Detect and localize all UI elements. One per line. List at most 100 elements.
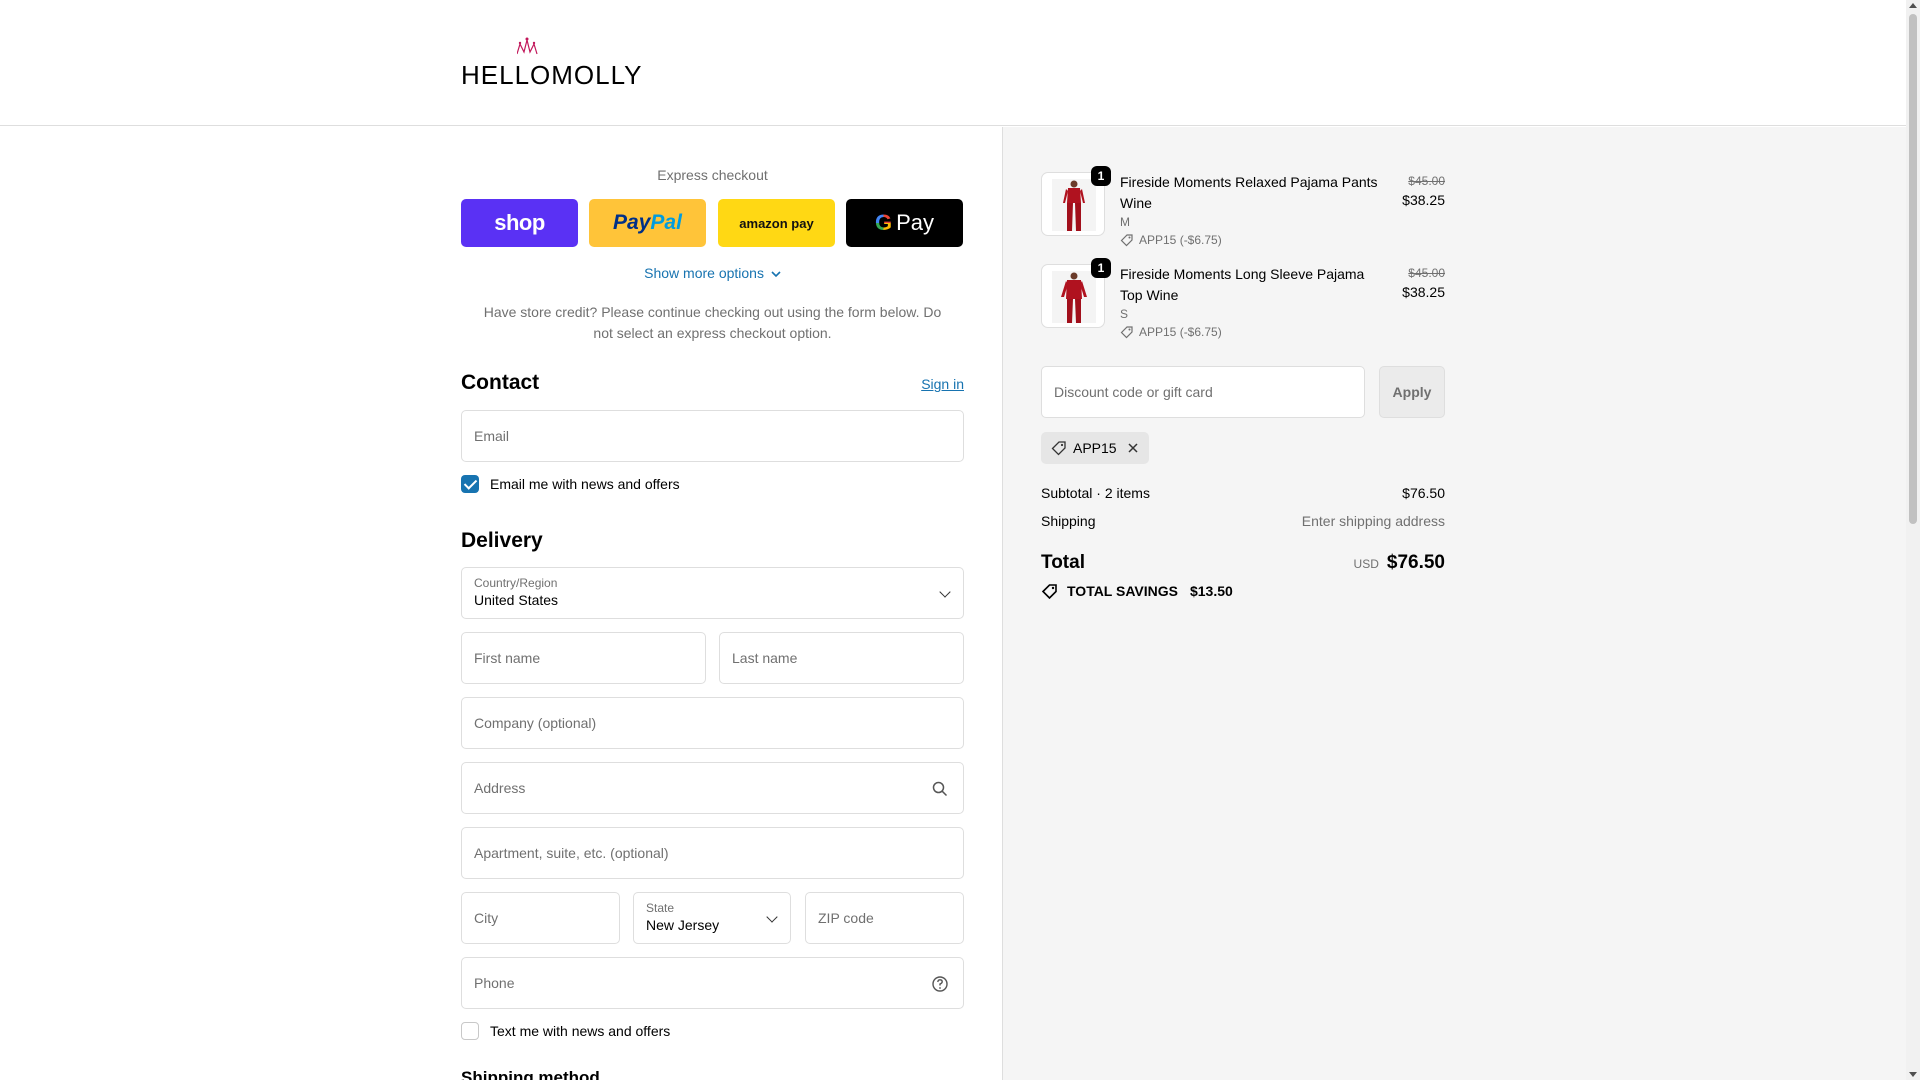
delivery-title: Delivery: [461, 529, 543, 552]
apartment-field[interactable]: [461, 827, 964, 879]
amazon-pay-label: amazon pay: [739, 215, 814, 231]
page-scrollbar[interactable]: [1906, 0, 1920, 1080]
email-news-label: Email me with news and offers: [490, 476, 680, 492]
tag-icon: [1120, 326, 1133, 339]
tag-icon: [1051, 441, 1066, 456]
text-news-checkbox[interactable]: [461, 1022, 479, 1040]
quantity-badge: 1: [1091, 258, 1111, 278]
scroll-down-arrow-icon[interactable]: [1909, 1072, 1917, 1077]
google-g-icon: G: [874, 210, 893, 235]
search-icon[interactable]: [931, 780, 949, 798]
product-price: $38.25: [1402, 192, 1445, 208]
email-field[interactable]: [461, 410, 964, 462]
product-item: 1 Fireside Moments Relaxed Pajama Pants …: [1041, 166, 1445, 252]
apply-discount-button[interactable]: Apply: [1379, 366, 1445, 418]
sign-in-link[interactable]: Sign in: [921, 376, 964, 392]
apartment-input[interactable]: [462, 828, 963, 878]
subtotal-row: Subtotal · 2 items $76.50: [1041, 485, 1445, 501]
quantity-badge: 1: [1091, 166, 1111, 186]
shop-pay-label: shop: [494, 210, 545, 235]
shipping-row: Shipping Enter shipping address: [1041, 513, 1445, 529]
applied-discount-tag: APP15: [1041, 432, 1149, 464]
close-icon[interactable]: [1127, 442, 1139, 454]
contact-title: Contact: [461, 371, 540, 394]
help-icon[interactable]: [931, 975, 949, 993]
total-amount: USD $76.50: [1354, 552, 1445, 574]
logo-text: HELLOMOLLY: [461, 60, 643, 90]
address-input[interactable]: [462, 763, 963, 813]
product-item: 1 Fireside Moments Long Sleeve Pajama To…: [1041, 258, 1445, 344]
discount-code-input[interactable]: [1042, 367, 1364, 417]
savings-value: $13.50: [1189, 583, 1233, 599]
first-name-input[interactable]: [462, 633, 705, 683]
product-variant: M: [1120, 215, 1130, 229]
chevron-down-icon: [766, 911, 778, 923]
text-news-checkbox-row[interactable]: Text me with news and offers: [461, 1022, 670, 1040]
text-news-label: Text me with news and offers: [490, 1023, 671, 1039]
first-name-field[interactable]: [461, 632, 706, 684]
shipping-value: Enter shipping address: [1301, 513, 1445, 529]
product-discount-label: APP15 (-$6.75): [1139, 233, 1222, 247]
crown-icon: [517, 37, 538, 55]
product-discount: APP15 (-$6.75): [1120, 325, 1222, 339]
state-select[interactable]: State New Jersey: [633, 892, 791, 944]
tag-icon: [1120, 234, 1133, 247]
product-discount: APP15 (-$6.75): [1120, 233, 1222, 247]
company-field[interactable]: [461, 697, 964, 749]
company-input[interactable]: [462, 698, 963, 748]
total-value: $76.50: [1386, 552, 1445, 573]
shipping-method-title: Shipping method: [461, 1068, 600, 1080]
site-header: HELLOMOLLY: [0, 0, 1906, 126]
hellomolly-logo[interactable]: HELLOMOLLY: [461, 37, 641, 90]
phone-input[interactable]: [462, 958, 963, 1008]
total-currency: USD: [1353, 557, 1379, 571]
savings-label: TOTAL SAVINGS: [1067, 583, 1178, 599]
last-name-input[interactable]: [720, 633, 963, 683]
product-discount-label: APP15 (-$6.75): [1139, 325, 1222, 339]
paypal-label-part1: Pay: [613, 211, 651, 234]
product-price: $38.25: [1402, 284, 1445, 300]
paypal-label-part2: Pal: [650, 211, 682, 234]
country-label: Country/Region: [474, 576, 558, 590]
phone-field[interactable]: [461, 957, 964, 1009]
total-label: Total: [1041, 552, 1085, 573]
google-pay-button[interactable]: G Pay: [846, 199, 963, 247]
email-input[interactable]: [462, 411, 963, 461]
country-select[interactable]: Country/Region United States: [461, 567, 964, 619]
product-old-price: $45.00: [1408, 174, 1445, 188]
product-variant: S: [1120, 307, 1129, 321]
city-input[interactable]: [462, 893, 619, 943]
subtotal-label: Subtotal · 2 items: [1041, 485, 1150, 501]
state-value: New Jersey: [646, 917, 720, 933]
total-savings: TOTAL SAVINGS $13.50: [1041, 583, 1233, 599]
chevron-down-icon: [771, 271, 781, 278]
address-field[interactable]: [461, 762, 964, 814]
paypal-button[interactable]: Pay Pal: [589, 199, 706, 247]
state-label: State: [646, 901, 675, 915]
country-value: United States: [474, 592, 559, 608]
product-old-price: $45.00: [1408, 266, 1445, 280]
show-more-options-label: Show more options: [644, 265, 764, 281]
subtotal-value: $76.50: [1402, 485, 1445, 501]
product-name: Fireside Moments Relaxed Pajama Pants Wi…: [1120, 174, 1378, 211]
email-news-checkbox-row[interactable]: Email me with news and offers: [461, 475, 680, 493]
discount-code-field[interactable]: [1041, 366, 1365, 418]
zip-input[interactable]: [806, 893, 963, 943]
store-credit-note: Have store credit? Please continue check…: [483, 304, 942, 341]
email-news-checkbox[interactable]: [461, 475, 479, 493]
last-name-field[interactable]: [719, 632, 964, 684]
zip-field[interactable]: [805, 892, 964, 944]
shipping-label: Shipping: [1041, 513, 1096, 529]
express-checkout-title: Express checkout: [657, 167, 768, 183]
scroll-thumb[interactable]: [1909, 14, 1917, 524]
shop-pay-button[interactable]: shop: [461, 199, 578, 247]
tag-icon: [1041, 584, 1057, 599]
product-name: Fireside Moments Long Sleeve Pajama Top …: [1120, 266, 1365, 303]
amazon-pay-button[interactable]: amazon pay: [718, 199, 835, 247]
scroll-up-arrow-icon[interactable]: [1909, 3, 1917, 8]
show-more-options-link[interactable]: Show more options: [461, 265, 964, 281]
chevron-down-icon: [939, 586, 951, 598]
city-field[interactable]: [461, 892, 620, 944]
applied-code: APP15: [1073, 440, 1117, 456]
google-pay-label: Pay: [896, 210, 935, 235]
